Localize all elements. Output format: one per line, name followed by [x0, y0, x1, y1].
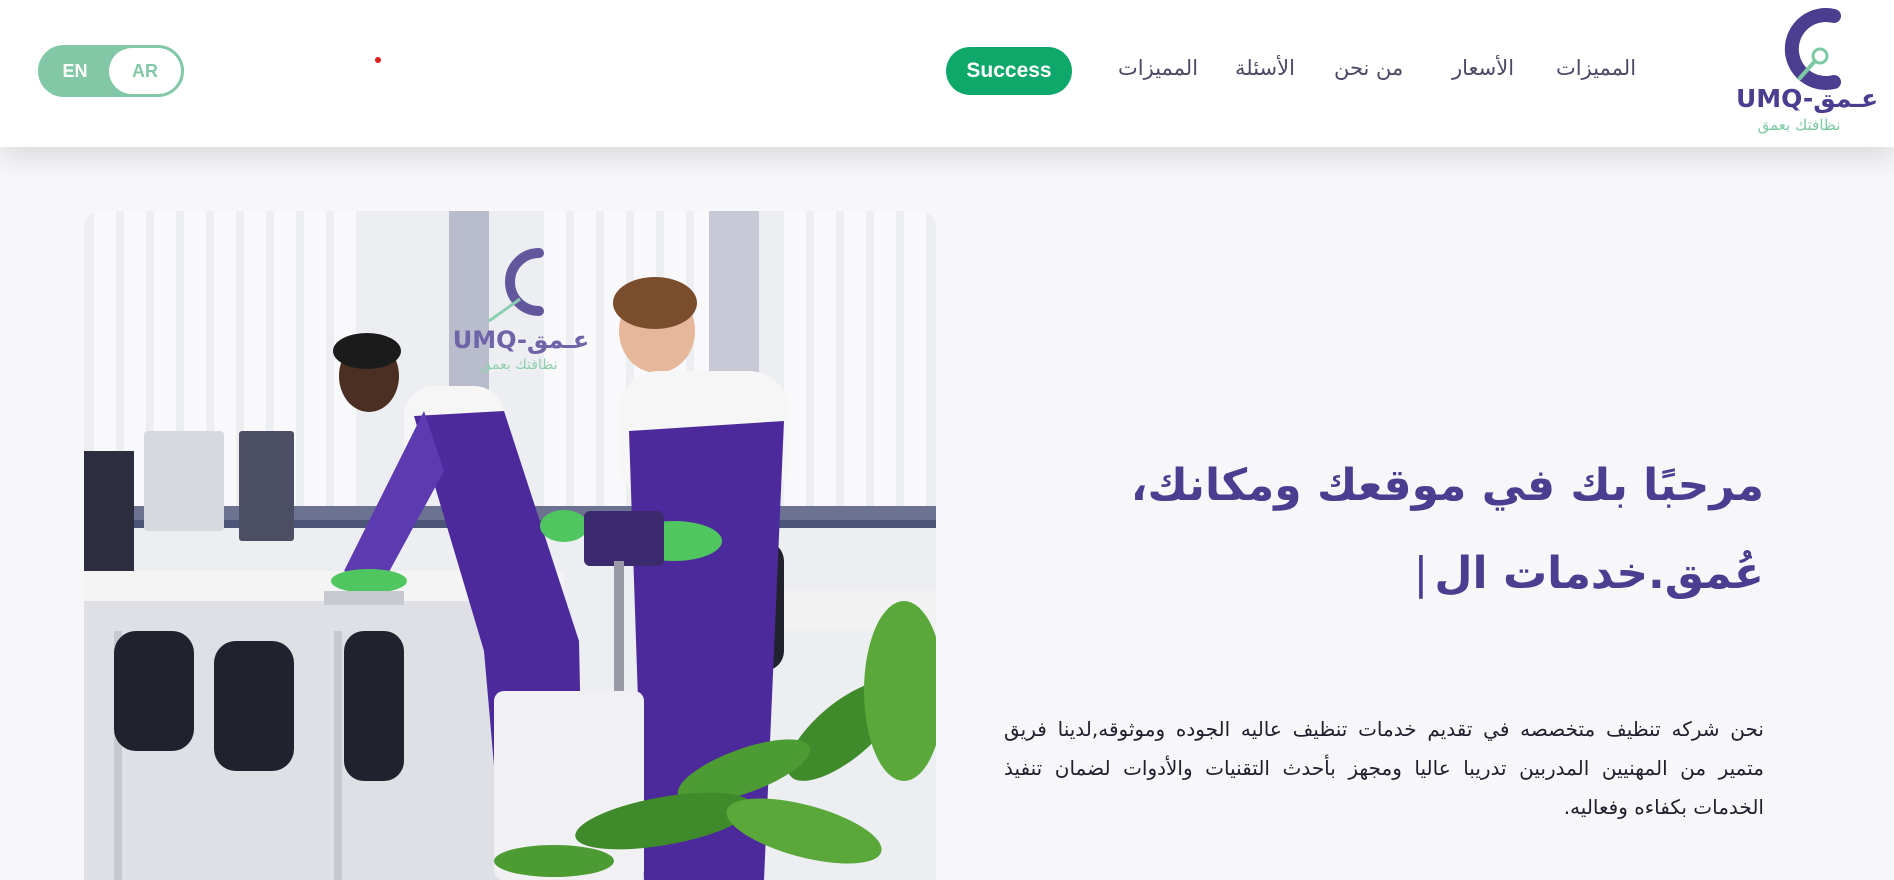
image-watermark-tagline: نظافتك بعمق [480, 357, 558, 373]
language-toggle[interactable]: EN AR [38, 45, 184, 97]
brand-logo[interactable]: UMQ-عـمق نظافتك بعمق [1736, 4, 1879, 134]
site-header: UMQ-عـمق نظافتك بعمق المميزات الأسعار من… [0, 0, 1894, 147]
logo-tagline: نظافتك بعمق [1757, 116, 1841, 134]
hero-description: نحن شركه تنظيف متخصصه في تقديم خدمات تنظ… [1004, 717, 1764, 819]
image-watermark-brand: UMQ-عـمق [452, 326, 590, 354]
hero-headline-line2: عُمق.خدمات ال| [904, 548, 1764, 599]
nav-item-features[interactable]: المميزات [1556, 56, 1636, 80]
logo-mark-icon [1784, 8, 1841, 90]
logo-brand-text: UMQ-عـمق [1736, 84, 1879, 113]
lang-option-ar[interactable]: AR [109, 48, 181, 94]
hero-image: UMQ-عـمق نظافتك بعمق [84, 211, 936, 880]
cleaning-staff-illustration [84, 211, 936, 880]
success-button[interactable]: Success [946, 47, 1072, 95]
nav-item-about[interactable]: من نحن [1334, 56, 1403, 80]
typing-caret: | [1413, 548, 1429, 599]
lang-option-en[interactable]: EN [40, 47, 110, 95]
hero-headline-line2-text: عُمق.خدمات ال [1434, 548, 1764, 599]
status-dot [375, 57, 381, 63]
nav-item-prices[interactable]: الأسعار [1452, 56, 1514, 80]
hero-headline-line1: مرحبًا بك في موقعك ومكانك، [1130, 460, 1764, 511]
nav-item-features-2[interactable]: المميزات [1118, 56, 1198, 80]
nav-item-faq[interactable]: الأسئلة [1235, 56, 1295, 80]
